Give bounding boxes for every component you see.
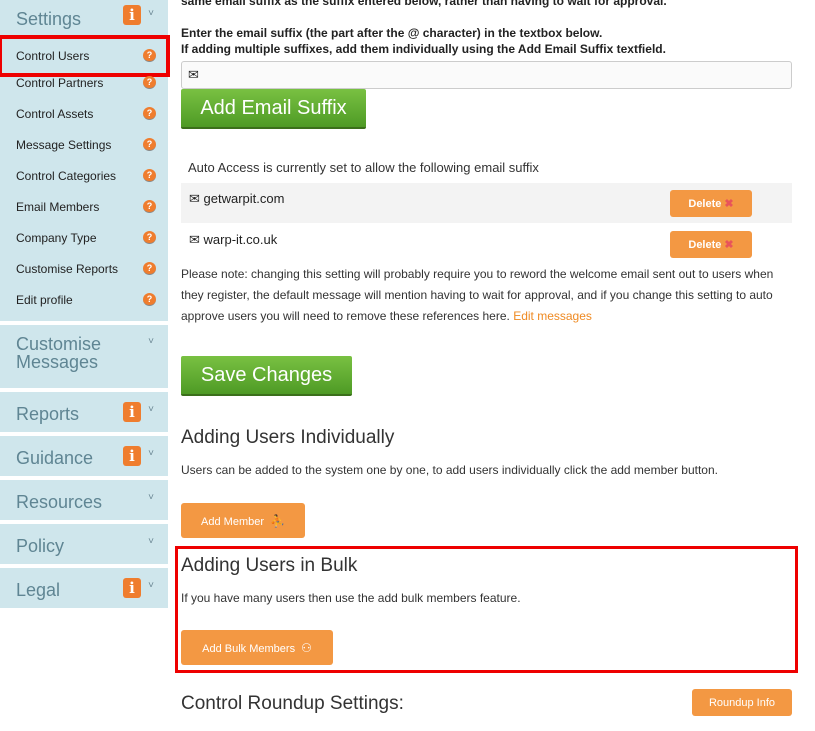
suffix-row: ✉ warp-it.co.uk Delete ✖ [181,224,792,264]
help-icon[interactable]: ? [143,169,156,182]
sidebar-section-customise-messages[interactable]: Customise Messages ˅ [0,325,168,388]
sidebar-item-control-partners[interactable]: Control Partners? [0,73,168,104]
sidebar-section-resources[interactable]: Resources ˅ [0,480,168,520]
suffix-name: ✉ getwarpit.com [189,191,284,207]
sidebar-section-header: Customise Messages ˅ [0,325,168,379]
sidebar-section-title: Resources [16,492,103,512]
info-icon[interactable]: i [123,5,141,25]
sidebar-item-company-type[interactable]: Company Type? [0,228,168,259]
roundup-info-button[interactable]: Roundup Info [692,689,792,716]
sidebar-section-policy[interactable]: Policy ˅ [0,524,168,564]
sidebar-item-label: Control Partners [16,76,104,90]
sidebar-item-message-settings[interactable]: Message Settings? [0,135,168,166]
sidebar-item-email-members[interactable]: Email Members? [0,197,168,228]
instructions-line: If adding multiple suffixes, add them in… [181,42,666,56]
sidebar-section-reports[interactable]: Reports i ˅ [0,392,168,432]
help-icon[interactable]: ? [143,231,156,244]
help-icon[interactable]: ? [143,262,156,275]
sidebar-section-header: Guidance i ˅ [0,436,168,475]
envelope-icon: ✉ [189,191,200,206]
intro-text: same email suffix as the suffix entered … [181,0,667,8]
user-add-icon: ⛹ [270,513,285,528]
save-changes-button[interactable]: Save Changes [181,356,352,396]
sidebar-section-header: Resources ˅ [0,480,168,519]
sidebar-item-label: Customise Reports [16,262,119,276]
add-bulk-members-button[interactable]: Add Bulk Members ⚇ [181,630,333,665]
close-icon: ✖ [724,239,734,251]
delete-suffix-button[interactable]: Delete ✖ [670,190,752,217]
users-icon: ⚇ [301,640,312,655]
sidebar-section-header: Reports i ˅ [0,392,168,431]
sidebar-section-legal[interactable]: Legal i ˅ [0,568,168,608]
sidebar-section-title: Customise Messages [16,334,102,372]
delete-label: Delete [688,198,722,210]
suffix-row: ✉ getwarpit.com Delete ✖ [181,183,792,223]
chevron-down-icon[interactable]: ˅ [148,333,154,351]
delete-suffix-button[interactable]: Delete ✖ [670,231,752,258]
help-icon[interactable]: ? [143,107,156,120]
sidebar-section-title: Policy [16,536,65,556]
chevron-down-icon[interactable]: ˅ [148,580,154,591]
delete-label: Delete [688,239,722,251]
chevron-down-icon[interactable]: ˅ [148,492,154,503]
envelope-icon: ✉ [188,67,199,82]
chevron-down-icon[interactable]: ˅ [148,448,154,459]
suffix-text: getwarpit.com [203,191,285,206]
suffix-text: warp-it.co.uk [203,232,278,247]
edit-messages-link[interactable]: Edit messages [513,309,592,323]
instructions-line: Enter the email suffix (the part after t… [181,26,603,40]
section-text: If you have many users then use the add … [181,591,521,605]
info-icon[interactable]: i [123,446,141,466]
sidebar-item-label: Control Users [16,49,90,63]
sidebar-item-label: Email Members [16,200,100,214]
help-icon[interactable]: ? [143,200,156,213]
email-suffix-field[interactable]: ✉ [181,61,792,89]
settings-note: Please note: changing this setting will … [181,264,793,327]
section-text: Users can be added to the system one by … [181,463,718,477]
settings-menu: Control Users? Control Partners? Control… [0,35,170,321]
help-icon[interactable]: ? [143,49,156,62]
chevron-down-icon[interactable]: ˅ [148,8,154,19]
sidebar-item-label: Edit profile [16,293,73,307]
sidebar-item-label: Control Categories [16,169,117,183]
button-label: Add Bulk Members [202,642,296,655]
envelope-icon: ✉ [189,232,200,247]
sidebar-item-control-categories[interactable]: Control Categories? [0,166,168,197]
sidebar-item-label: Company Type [16,231,97,245]
section-heading: Adding Users in Bulk [181,555,358,576]
note-text: Please note: changing this setting will … [181,267,774,323]
sidebar-item-control-assets[interactable]: Control Assets? [0,104,168,135]
sidebar-item-label: Message Settings [16,138,112,152]
help-icon[interactable]: ? [143,293,156,306]
chevron-down-icon[interactable]: ˅ [148,404,154,415]
info-icon[interactable]: i [123,578,141,598]
section-heading: Adding Users Individually [181,427,395,448]
section-heading: Control Roundup Settings: [181,693,404,714]
help-icon[interactable]: ? [143,138,156,151]
auto-access-label: Auto Access is currently set to allow th… [188,160,539,175]
sidebar: Settings i ˅ Control Users? Control Part… [0,0,170,612]
suffix-name: ✉ warp-it.co.uk [189,232,277,248]
button-label: Add Member [201,515,265,528]
help-icon[interactable]: ? [143,76,156,89]
sidebar-item-label: Control Assets [16,107,94,121]
close-icon: ✖ [724,198,734,210]
sidebar-section-header: Legal i ˅ [0,568,168,607]
info-icon[interactable]: i [123,402,141,422]
chevron-down-icon[interactable]: ˅ [148,536,154,547]
instructions: Enter the email suffix (the part after t… [181,25,666,57]
email-suffix-input[interactable] [202,62,791,88]
sidebar-item-edit-profile[interactable]: Edit profile? [0,290,168,321]
sidebar-section-settings: Settings i ˅ Control Users? Control Part… [0,0,170,321]
add-email-suffix-button[interactable]: Add Email Suffix [181,89,366,129]
sidebar-section-header: Policy ˅ [0,524,168,563]
sidebar-section-settings-header[interactable]: Settings i ˅ [0,0,168,37]
sidebar-item-customise-reports[interactable]: Customise Reports? [0,259,168,290]
sidebar-item-control-users[interactable]: Control Users? [0,35,170,77]
add-member-button[interactable]: Add Member ⛹ [181,503,305,538]
sidebar-section-guidance[interactable]: Guidance i ˅ [0,436,168,476]
